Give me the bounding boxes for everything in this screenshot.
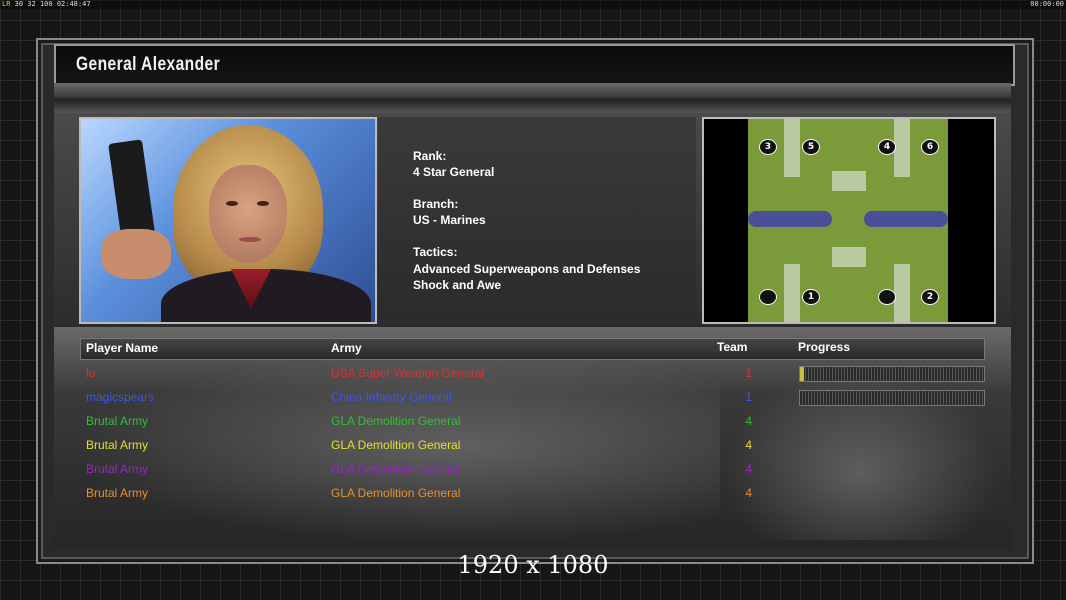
map-structure	[832, 171, 866, 191]
player-army: GLA Demolition General	[331, 486, 461, 500]
portrait-hand	[101, 229, 171, 279]
player-row: Brutal Army GLA Demolition General 4	[80, 412, 983, 434]
start-position-marker: 6	[921, 139, 939, 155]
map-structure	[832, 247, 866, 267]
player-name: Brutal Army	[86, 414, 149, 428]
player-row: Brutal Army GLA Demolition General 4	[80, 484, 983, 506]
player-name: Brutal Army	[86, 438, 149, 452]
player-name: Brutal Army	[86, 462, 149, 476]
portrait-eye	[257, 201, 269, 206]
general-description: Rank: 4 Star General Branch: US - Marine…	[378, 117, 696, 320]
player-team: 1	[745, 366, 752, 380]
loading-progress-bar	[799, 390, 985, 406]
player-row: Brutal Army GLA Demolition General 4	[80, 436, 983, 458]
start-position-marker: 2	[921, 289, 939, 305]
map-road	[894, 264, 910, 322]
header-army: Army	[331, 341, 362, 355]
map-river	[864, 211, 948, 227]
portrait-eye	[226, 201, 238, 206]
player-name: Brutal Army	[86, 486, 149, 500]
branch-label: Branch:	[413, 197, 459, 211]
tactics-label: Tactics:	[413, 245, 458, 259]
start-position-marker: 5	[802, 139, 820, 155]
player-name: lu	[86, 366, 96, 380]
player-army: USA Super Weapon General	[331, 366, 485, 380]
map-river	[748, 211, 832, 227]
start-position-marker: 1	[802, 289, 820, 305]
loading-progress-bar	[799, 366, 985, 382]
player-army: GLA Demolition General	[331, 462, 461, 476]
player-army: China Infantry General	[331, 390, 452, 404]
map-road	[784, 119, 800, 177]
player-army: GLA Demolition General	[331, 414, 461, 428]
player-team: 1	[745, 390, 752, 404]
tactics-line-1: Advanced Superweapons and Defenses	[413, 262, 641, 276]
player-name: magicspears	[86, 390, 155, 404]
player-row: magicspears China Infantry General 1	[80, 388, 985, 410]
header-team: Team	[717, 340, 748, 354]
branch-value: US - Marines	[413, 213, 486, 227]
map-road	[894, 119, 910, 177]
loading-progress-fill	[800, 367, 804, 381]
start-position-marker: 4	[878, 139, 896, 155]
portrait-mouth	[239, 237, 261, 242]
title-bar: General Alexander	[54, 44, 1015, 86]
resolution-label: 1920 x 1080	[457, 551, 609, 579]
rank-label: Rank:	[413, 149, 447, 163]
header-player-name: Player Name	[86, 341, 159, 355]
player-team: 4	[745, 486, 752, 500]
player-team: 4	[745, 462, 752, 476]
rank-value: 4 Star General	[413, 165, 495, 179]
debug-topbar: LR 30 32 100 02:48:47 00:00:00	[0, 0, 1066, 9]
general-name-title: General Alexander	[76, 54, 221, 75]
player-team: 4	[745, 438, 752, 452]
general-portrait	[79, 117, 377, 324]
map-road	[784, 264, 800, 322]
start-position-marker	[759, 289, 777, 305]
fps-readout: LR 30 32 100 02:48:47	[2, 0, 91, 8]
clock-right: 00:00:00	[1030, 0, 1064, 8]
tactics-line-2: Shock and Awe	[413, 278, 502, 292]
player-army: GLA Demolition General	[331, 438, 461, 452]
portrait-face	[209, 165, 287, 263]
minimap: 3 5 4 6 1 2	[702, 117, 996, 324]
player-team: 4	[745, 414, 752, 428]
start-position-marker	[878, 289, 896, 305]
metal-band	[54, 83, 1011, 113]
header-progress: Progress	[798, 340, 851, 354]
player-row: lu USA Super Weapon General 1	[80, 364, 985, 386]
player-row: Brutal Army GLA Demolition General 4	[80, 460, 983, 482]
start-position-marker: 3	[759, 139, 777, 155]
